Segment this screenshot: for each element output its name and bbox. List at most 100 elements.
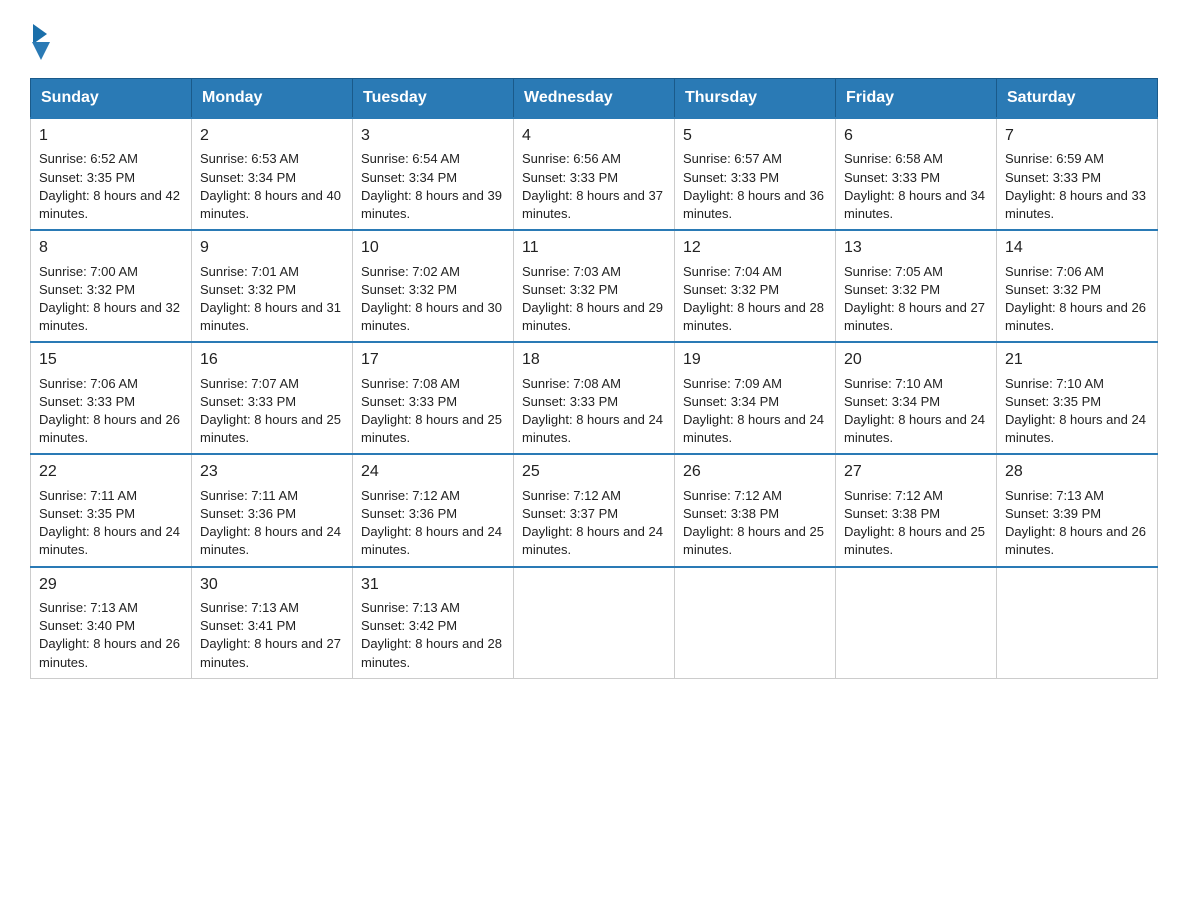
cell-daylight: Daylight: 8 hours and 25 minutes. xyxy=(200,412,341,445)
cell-sunset: Sunset: 3:42 PM xyxy=(361,618,457,633)
cell-sunset: Sunset: 3:37 PM xyxy=(522,506,618,521)
cell-sunrise: Sunrise: 7:11 AM xyxy=(39,488,137,503)
cell-sunset: Sunset: 3:32 PM xyxy=(200,282,296,297)
day-number: 27 xyxy=(844,461,988,483)
day-number: 18 xyxy=(522,349,666,371)
calendar-cell: 29 Sunrise: 7:13 AM Sunset: 3:40 PM Dayl… xyxy=(31,567,192,679)
cell-sunset: Sunset: 3:35 PM xyxy=(1005,394,1101,409)
cell-daylight: Daylight: 8 hours and 40 minutes. xyxy=(200,188,341,221)
calendar-cell: 20 Sunrise: 7:10 AM Sunset: 3:34 PM Dayl… xyxy=(836,342,997,454)
calendar-week-5: 29 Sunrise: 7:13 AM Sunset: 3:40 PM Dayl… xyxy=(31,567,1158,679)
cell-sunrise: Sunrise: 7:10 AM xyxy=(1005,376,1104,391)
calendar-cell: 1 Sunrise: 6:52 AM Sunset: 3:35 PM Dayli… xyxy=(31,118,192,230)
day-number: 4 xyxy=(522,125,666,147)
day-number: 16 xyxy=(200,349,344,371)
cell-sunset: Sunset: 3:33 PM xyxy=(683,170,779,185)
calendar-cell xyxy=(675,567,836,679)
day-number: 13 xyxy=(844,237,988,259)
calendar-cell: 13 Sunrise: 7:05 AM Sunset: 3:32 PM Dayl… xyxy=(836,230,997,342)
day-number: 6 xyxy=(844,125,988,147)
cell-daylight: Daylight: 8 hours and 42 minutes. xyxy=(39,188,180,221)
calendar-cell: 19 Sunrise: 7:09 AM Sunset: 3:34 PM Dayl… xyxy=(675,342,836,454)
day-number: 20 xyxy=(844,349,988,371)
calendar-header-row: SundayMondayTuesdayWednesdayThursdayFrid… xyxy=(31,79,1158,119)
cell-daylight: Daylight: 8 hours and 26 minutes. xyxy=(1005,300,1146,333)
cell-sunrise: Sunrise: 6:56 AM xyxy=(522,151,621,166)
cell-sunset: Sunset: 3:38 PM xyxy=(844,506,940,521)
day-number: 30 xyxy=(200,574,344,596)
cell-sunset: Sunset: 3:32 PM xyxy=(39,282,135,297)
cell-daylight: Daylight: 8 hours and 27 minutes. xyxy=(844,300,985,333)
calendar-cell: 11 Sunrise: 7:03 AM Sunset: 3:32 PM Dayl… xyxy=(514,230,675,342)
day-number: 22 xyxy=(39,461,183,483)
day-number: 3 xyxy=(361,125,505,147)
day-number: 10 xyxy=(361,237,505,259)
day-number: 25 xyxy=(522,461,666,483)
day-number: 21 xyxy=(1005,349,1149,371)
cell-daylight: Daylight: 8 hours and 24 minutes. xyxy=(683,412,824,445)
calendar-cell: 8 Sunrise: 7:00 AM Sunset: 3:32 PM Dayli… xyxy=(31,230,192,342)
cell-sunset: Sunset: 3:40 PM xyxy=(39,618,135,633)
cell-daylight: Daylight: 8 hours and 25 minutes. xyxy=(844,524,985,557)
day-number: 8 xyxy=(39,237,183,259)
day-number: 9 xyxy=(200,237,344,259)
cell-sunrise: Sunrise: 7:01 AM xyxy=(200,264,299,279)
day-number: 19 xyxy=(683,349,827,371)
cell-sunrise: Sunrise: 7:06 AM xyxy=(39,376,138,391)
day-number: 12 xyxy=(683,237,827,259)
calendar-cell: 25 Sunrise: 7:12 AM Sunset: 3:37 PM Dayl… xyxy=(514,454,675,566)
calendar-header-saturday: Saturday xyxy=(997,79,1158,119)
calendar-cell: 31 Sunrise: 7:13 AM Sunset: 3:42 PM Dayl… xyxy=(353,567,514,679)
cell-daylight: Daylight: 8 hours and 28 minutes. xyxy=(683,300,824,333)
cell-sunrise: Sunrise: 7:08 AM xyxy=(522,376,621,391)
cell-sunrise: Sunrise: 7:07 AM xyxy=(200,376,299,391)
calendar-cell: 7 Sunrise: 6:59 AM Sunset: 3:33 PM Dayli… xyxy=(997,118,1158,230)
cell-daylight: Daylight: 8 hours and 31 minutes. xyxy=(200,300,341,333)
calendar-cell: 22 Sunrise: 7:11 AM Sunset: 3:35 PM Dayl… xyxy=(31,454,192,566)
cell-sunset: Sunset: 3:34 PM xyxy=(844,394,940,409)
cell-sunset: Sunset: 3:35 PM xyxy=(39,170,135,185)
calendar-cell: 14 Sunrise: 7:06 AM Sunset: 3:32 PM Dayl… xyxy=(997,230,1158,342)
day-number: 28 xyxy=(1005,461,1149,483)
cell-sunset: Sunset: 3:33 PM xyxy=(361,394,457,409)
cell-sunrise: Sunrise: 7:08 AM xyxy=(361,376,460,391)
cell-daylight: Daylight: 8 hours and 28 minutes. xyxy=(361,636,502,669)
cell-daylight: Daylight: 8 hours and 26 minutes. xyxy=(39,412,180,445)
cell-sunset: Sunset: 3:34 PM xyxy=(361,170,457,185)
cell-sunset: Sunset: 3:41 PM xyxy=(200,618,296,633)
calendar-header-thursday: Thursday xyxy=(675,79,836,119)
cell-sunset: Sunset: 3:32 PM xyxy=(683,282,779,297)
calendar-header-friday: Friday xyxy=(836,79,997,119)
calendar-cell xyxy=(514,567,675,679)
day-number: 1 xyxy=(39,125,183,147)
cell-sunrise: Sunrise: 6:57 AM xyxy=(683,151,782,166)
calendar-cell: 5 Sunrise: 6:57 AM Sunset: 3:33 PM Dayli… xyxy=(675,118,836,230)
cell-daylight: Daylight: 8 hours and 24 minutes. xyxy=(522,524,663,557)
calendar-week-1: 1 Sunrise: 6:52 AM Sunset: 3:35 PM Dayli… xyxy=(31,118,1158,230)
cell-sunset: Sunset: 3:33 PM xyxy=(39,394,135,409)
calendar-cell: 9 Sunrise: 7:01 AM Sunset: 3:32 PM Dayli… xyxy=(192,230,353,342)
calendar-cell: 23 Sunrise: 7:11 AM Sunset: 3:36 PM Dayl… xyxy=(192,454,353,566)
cell-sunrise: Sunrise: 7:02 AM xyxy=(361,264,460,279)
cell-sunset: Sunset: 3:32 PM xyxy=(522,282,618,297)
cell-sunset: Sunset: 3:33 PM xyxy=(844,170,940,185)
calendar-week-4: 22 Sunrise: 7:11 AM Sunset: 3:35 PM Dayl… xyxy=(31,454,1158,566)
cell-sunset: Sunset: 3:39 PM xyxy=(1005,506,1101,521)
cell-daylight: Daylight: 8 hours and 25 minutes. xyxy=(361,412,502,445)
calendar-week-3: 15 Sunrise: 7:06 AM Sunset: 3:33 PM Dayl… xyxy=(31,342,1158,454)
cell-sunrise: Sunrise: 7:04 AM xyxy=(683,264,782,279)
cell-daylight: Daylight: 8 hours and 32 minutes. xyxy=(39,300,180,333)
cell-sunset: Sunset: 3:36 PM xyxy=(361,506,457,521)
calendar-header-sunday: Sunday xyxy=(31,79,192,119)
day-number: 11 xyxy=(522,237,666,259)
day-number: 5 xyxy=(683,125,827,147)
calendar-cell: 28 Sunrise: 7:13 AM Sunset: 3:39 PM Dayl… xyxy=(997,454,1158,566)
cell-daylight: Daylight: 8 hours and 33 minutes. xyxy=(1005,188,1146,221)
cell-daylight: Daylight: 8 hours and 39 minutes. xyxy=(361,188,502,221)
cell-sunrise: Sunrise: 7:12 AM xyxy=(683,488,782,503)
cell-sunrise: Sunrise: 7:13 AM xyxy=(1005,488,1104,503)
calendar-header-tuesday: Tuesday xyxy=(353,79,514,119)
cell-sunset: Sunset: 3:38 PM xyxy=(683,506,779,521)
cell-sunrise: Sunrise: 6:58 AM xyxy=(844,151,943,166)
cell-sunset: Sunset: 3:35 PM xyxy=(39,506,135,521)
